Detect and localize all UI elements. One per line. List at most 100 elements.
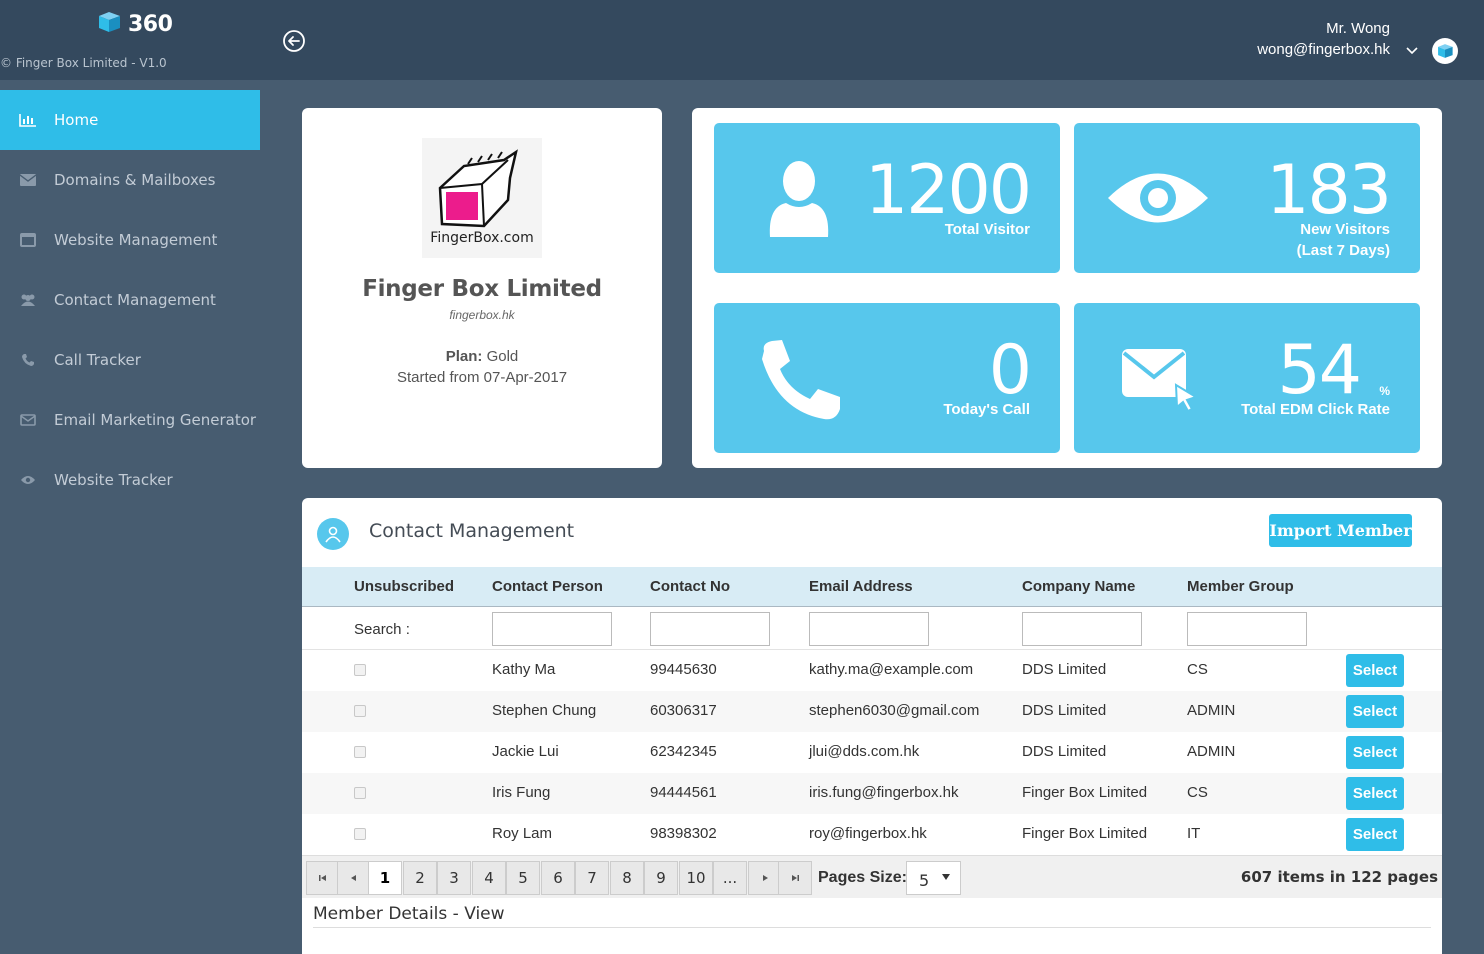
eye-icon: [19, 471, 37, 489]
unsubscribed-checkbox[interactable]: [354, 828, 366, 840]
stat-label: Total Visitor: [944, 221, 1030, 238]
sidebar-item-email-marketing[interactable]: Email Marketing Generator: [0, 390, 260, 450]
first-page-button[interactable]: [306, 861, 340, 895]
last-page-button[interactable]: [778, 861, 812, 895]
bar-chart-icon: [19, 111, 37, 129]
sidebar-item-call-tracker[interactable]: Call Tracker: [0, 330, 260, 390]
company-name: Finger Box Limited: [1022, 825, 1148, 842]
column-header[interactable]: Email Address: [809, 578, 913, 595]
table-row: Jackie Lui 62342345 jlui@dds.com.hk DDS …: [302, 732, 1442, 773]
arrow-left-circle-icon: [283, 30, 305, 52]
column-header[interactable]: Contact No: [650, 578, 730, 595]
sidebar-item-label: Call Tracker: [54, 351, 141, 369]
sidebar-item-label: Email Marketing Generator: [54, 411, 257, 429]
select-button[interactable]: Select: [1346, 736, 1404, 769]
stat-edm-click-rate[interactable]: 54 % Total EDM Click Rate: [1074, 303, 1420, 453]
copyright: © Finger Box Limited - V1.0: [0, 56, 167, 70]
panel-title: Contact Management: [369, 520, 575, 542]
page-3-button[interactable]: 3: [437, 861, 471, 895]
table-row: Roy Lam 98398302 roy@fingerbox.hk Finger…: [302, 814, 1442, 855]
email-address: stephen6030@gmail.com: [809, 702, 980, 719]
company-logo: FingerBox.com: [422, 138, 542, 258]
collapse-sidebar-button[interactable]: [282, 29, 306, 53]
cube-logo-icon: [96, 10, 122, 39]
page-9-button[interactable]: 9: [644, 861, 678, 895]
unsubscribed-checkbox[interactable]: [354, 664, 366, 676]
table-header: Unsubscribed Contact Person Contact No E…: [302, 567, 1442, 607]
column-header[interactable]: Contact Person: [492, 578, 603, 595]
stats-card: 1200 Total Visitor 183 New Visitors (Las…: [692, 108, 1442, 468]
sidebar-item-website-tracker[interactable]: Website Tracker: [0, 450, 260, 510]
page-size-value: 5: [919, 871, 930, 890]
contact-person: Kathy Ma: [492, 661, 556, 678]
search-member-group-input[interactable]: [1187, 612, 1307, 646]
sidebar-item-domains[interactable]: Domains & Mailboxes: [0, 150, 260, 210]
column-header[interactable]: Company Name: [1022, 578, 1135, 595]
last-page-icon: [792, 875, 799, 881]
chevron-down-icon[interactable]: [1405, 43, 1419, 61]
unsubscribed-checkbox[interactable]: [354, 787, 366, 799]
sidebar-item-label: Website Management: [54, 231, 218, 249]
select-button[interactable]: Select: [1346, 818, 1404, 851]
email-address: roy@fingerbox.hk: [809, 825, 927, 842]
unsubscribed-checkbox[interactable]: [354, 746, 366, 758]
stat-value: 0: [988, 331, 1032, 410]
pagination: 1 2 3 4 5 6 7 8 9 10 ... Pages Size: 5 6…: [302, 855, 1442, 898]
page-5-button[interactable]: 5: [506, 861, 540, 895]
select-button[interactable]: Select: [1346, 777, 1404, 810]
top-bar: 360 © Finger Box Limited - V1.0 Mr. Wong…: [0, 0, 1484, 80]
email-address: kathy.ma@example.com: [809, 661, 974, 678]
avatar[interactable]: [1432, 38, 1458, 64]
email-address: jlui@dds.com.hk: [809, 743, 920, 760]
stat-value: 54: [1277, 331, 1362, 410]
pagination-info: 607 items in 122 pages: [1240, 868, 1438, 886]
stat-value: 183: [1266, 151, 1392, 230]
sidebar-item-website-management[interactable]: Website Management: [0, 210, 260, 270]
column-header[interactable]: Member Group: [1187, 578, 1294, 595]
contact-person: Roy Lam: [492, 825, 553, 842]
stat-total-visitor[interactable]: 1200 Total Visitor: [714, 123, 1060, 273]
contact-management-panel: Contact Management Import Member Unsubsc…: [302, 498, 1442, 954]
page-10-button[interactable]: 10: [679, 861, 713, 895]
page-7-button[interactable]: 7: [575, 861, 609, 895]
page-2-button[interactable]: 2: [403, 861, 437, 895]
import-member-button[interactable]: Import Member: [1269, 514, 1412, 547]
contact-no: 62342345: [650, 743, 717, 760]
phone-icon: [758, 339, 842, 426]
page-4-button[interactable]: 4: [472, 861, 506, 895]
sidebar: Home Domains & Mailboxes Website Managem…: [0, 80, 260, 954]
page-1-button[interactable]: 1: [368, 861, 402, 895]
plan-value: Gold: [486, 348, 519, 365]
prev-page-button[interactable]: [337, 861, 371, 895]
envelope-outline-icon: [19, 411, 37, 429]
select-button[interactable]: Select: [1346, 654, 1404, 687]
sidebar-item-contact-management[interactable]: Contact Management: [0, 270, 260, 330]
select-button[interactable]: Select: [1346, 695, 1404, 728]
page-size-select[interactable]: 5: [906, 861, 961, 895]
page-8-button[interactable]: 8: [610, 861, 644, 895]
search-contact-person-input[interactable]: [492, 612, 612, 646]
page-6-button[interactable]: 6: [541, 861, 575, 895]
brand[interactable]: 360: [96, 10, 173, 39]
next-page-button[interactable]: [748, 861, 782, 895]
more-pages-button[interactable]: ...: [713, 861, 747, 895]
sidebar-item-home[interactable]: Home: [0, 90, 260, 150]
member-group: CS: [1187, 661, 1208, 678]
stat-label: New Visitors: [1300, 221, 1390, 238]
member-details-title: Member Details - View: [313, 904, 505, 924]
sidebar-item-label: Domains & Mailboxes: [54, 171, 216, 189]
user-info[interactable]: Mr. Wong wong@fingerbox.hk: [1257, 18, 1390, 60]
user-email: wong@fingerbox.hk: [1257, 41, 1390, 58]
contact-no: 94444561: [650, 784, 717, 801]
user-name: Mr. Wong: [1326, 20, 1390, 37]
stat-new-visitors[interactable]: 183 New Visitors (Last 7 Days): [1074, 123, 1420, 273]
search-company-input[interactable]: [1022, 612, 1142, 646]
search-email-input[interactable]: [809, 612, 929, 646]
search-contact-no-input[interactable]: [650, 612, 770, 646]
column-header[interactable]: Unsubscribed: [354, 578, 454, 595]
company-card: FingerBox.com Finger Box Limited fingerb…: [302, 108, 662, 468]
unsubscribed-checkbox[interactable]: [354, 705, 366, 717]
sidebar-item-label: Home: [54, 111, 99, 129]
contact-person: Jackie Lui: [492, 743, 559, 760]
stat-todays-call[interactable]: 0 Today's Call: [714, 303, 1060, 453]
